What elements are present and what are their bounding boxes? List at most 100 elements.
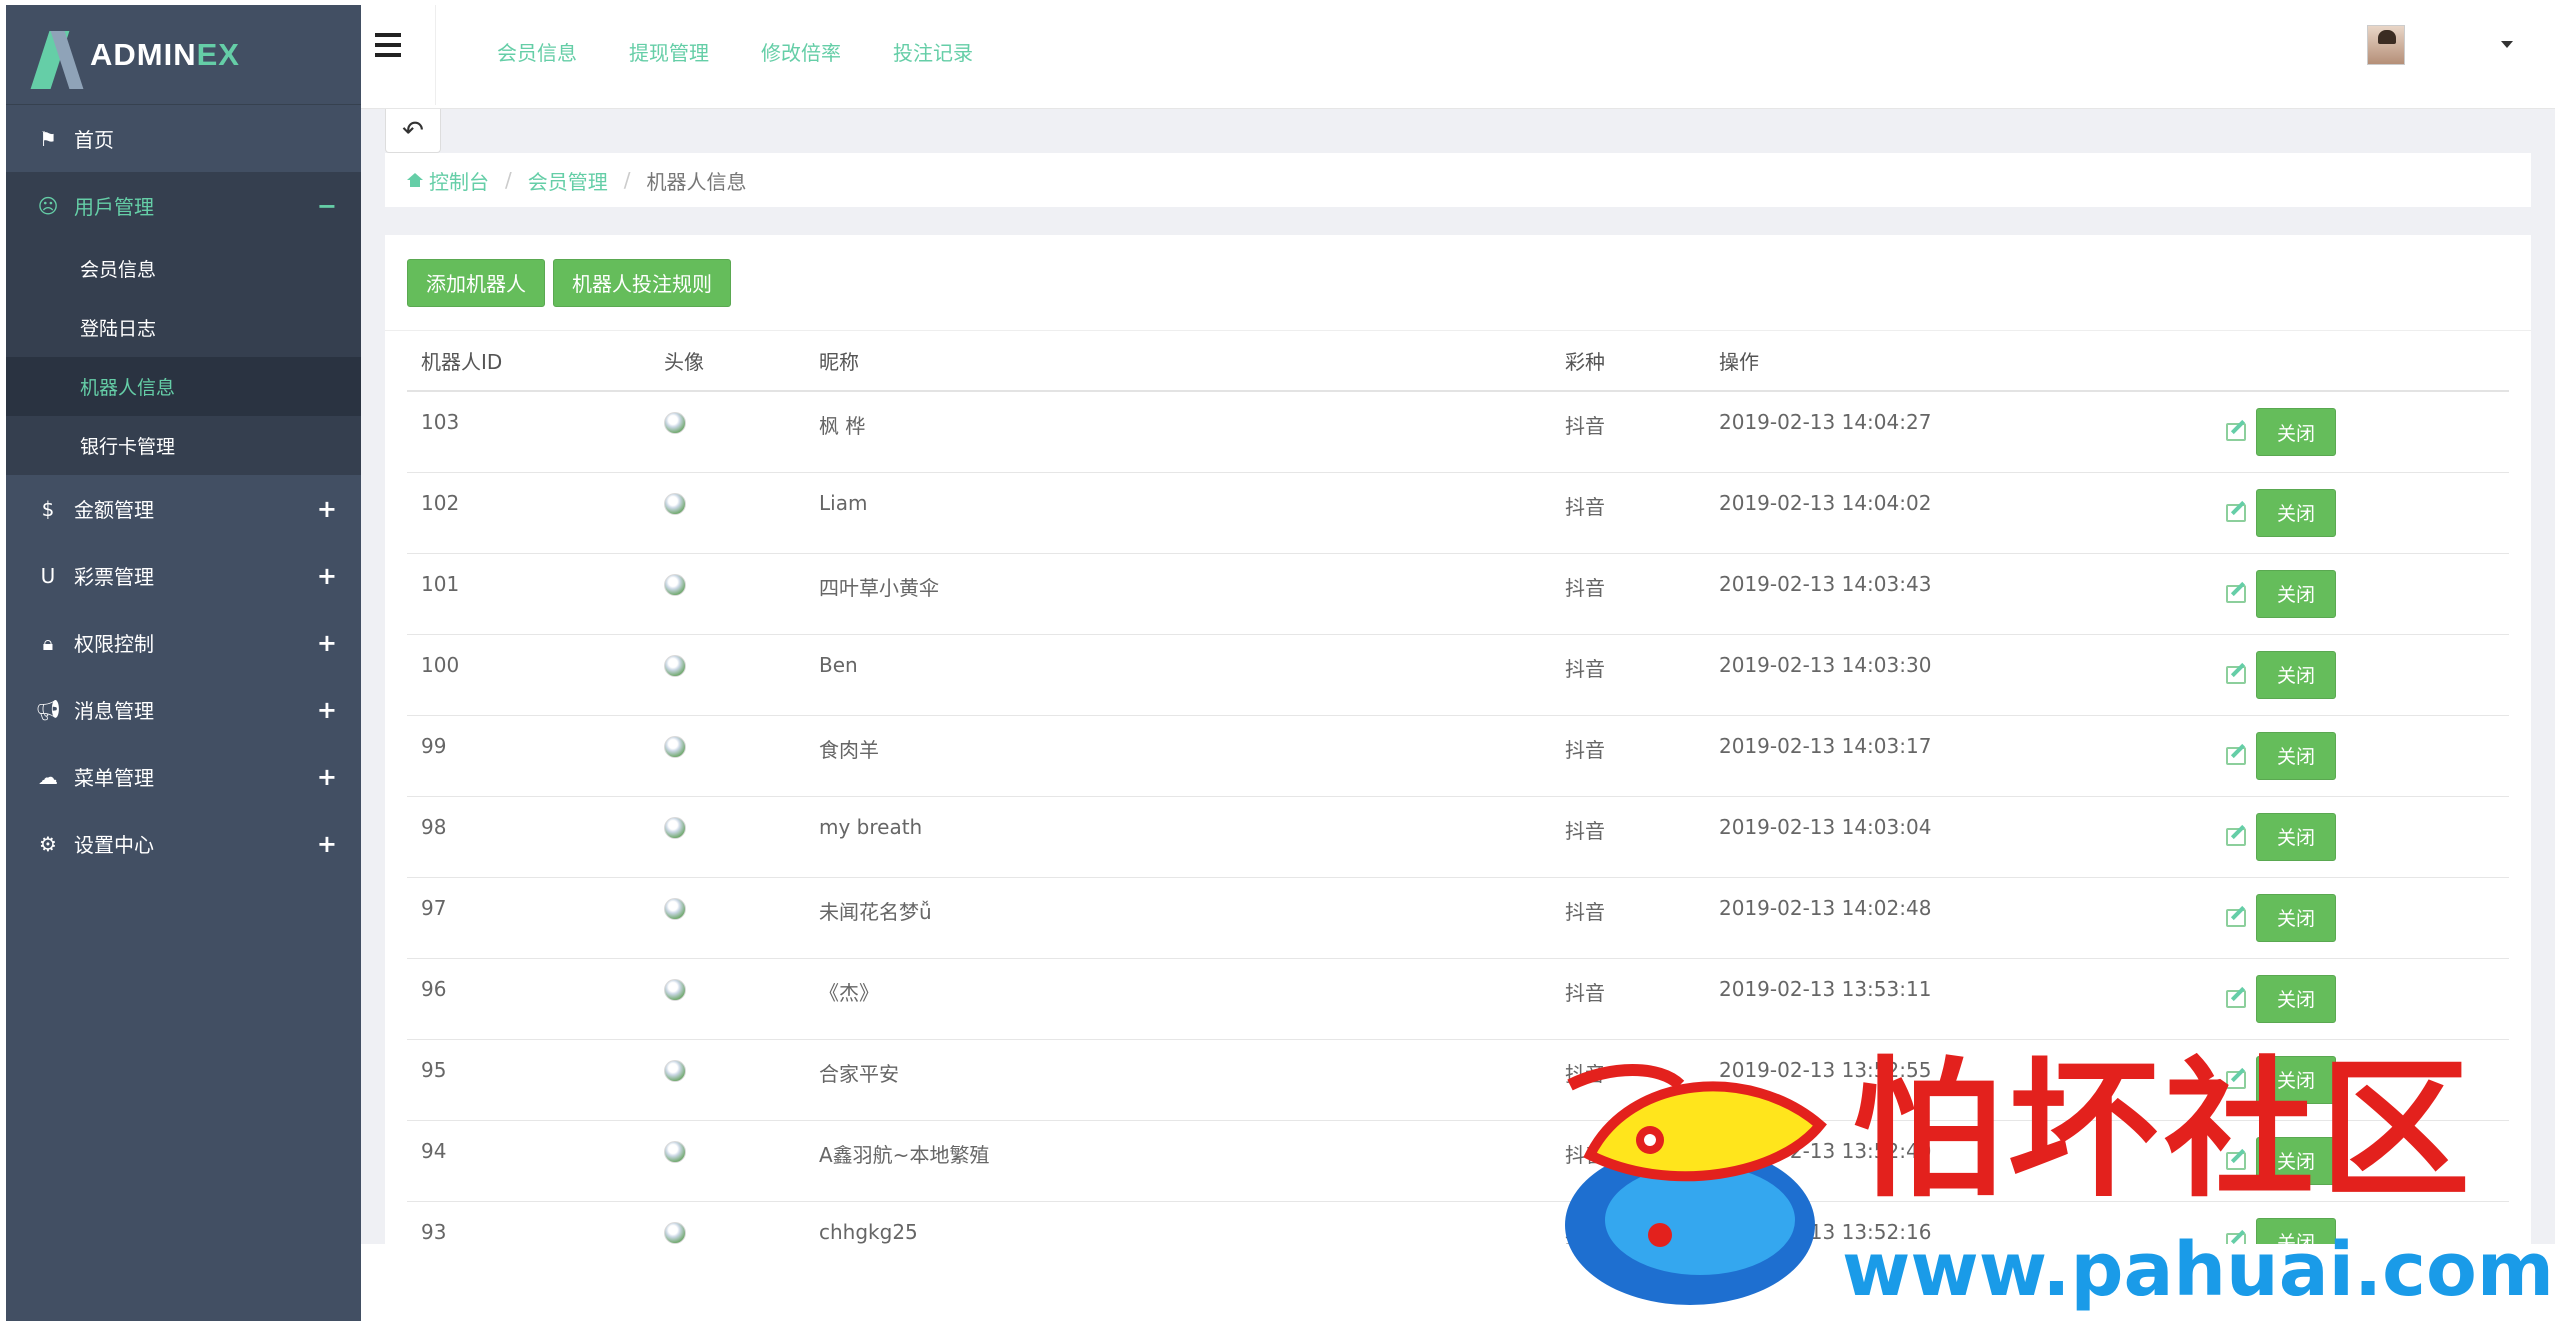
table-body: 103 枫 桦抖音 2019-02-13 14:04:27 关闭 102 Liam 抖音 20… [407, 391, 2509, 1244]
expand-icon[interactable]: + [317, 763, 337, 791]
sidebar-item-label: 消息管理 [74, 699, 154, 723]
hamburger-menu-icon[interactable] [375, 33, 401, 57]
cell-nickname: 食肉羊 [805, 715, 1551, 797]
back-button[interactable]: ↶ [385, 109, 441, 153]
row-actions: 关闭 [2226, 1136, 2509, 1185]
sidebar-item-lottery[interactable]: U 彩票管理 + [6, 542, 361, 609]
expand-icon[interactable]: + [317, 830, 337, 858]
table-row: 103 枫 桦抖音 2019-02-13 14:04:27 关闭 [407, 391, 2509, 473]
cell-robot-id: 98 [407, 796, 650, 878]
divider [435, 5, 436, 105]
edit-icon[interactable] [2226, 1232, 2246, 1244]
cell-time: 2019-02-13 14:03:17 [1705, 715, 2212, 797]
sidebar-item-finance[interactable]: $ 金额管理 + [6, 475, 361, 542]
home-icon [407, 173, 423, 187]
sidebar-subitem-login-log[interactable]: 登陆日志 [6, 298, 361, 357]
cell-avatar [650, 877, 805, 959]
cell-game: 抖音 [1551, 715, 1705, 797]
sidebar-subitem-robot-info[interactable]: 机器人信息 [6, 357, 361, 416]
table-row: 93 chhgkg25 抖音 2019-02-13 13:52:16 关闭 [407, 1201, 2509, 1244]
cell-nickname: chhgkg25 [805, 1201, 1551, 1244]
edit-icon[interactable] [2226, 908, 2246, 927]
close-button[interactable]: 关闭 [2256, 1136, 2336, 1185]
expand-icon[interactable]: + [317, 629, 337, 657]
topnav-change-rate[interactable]: 修改倍率 [761, 37, 841, 66]
column-header-blank [2212, 331, 2509, 392]
edit-icon[interactable] [2226, 827, 2246, 846]
flag-icon: ⚑ [39, 126, 57, 151]
main-content: ↶ 控制台 / 会员管理 / 机器人信息 添加机器人 机器人投注规则 机器人ID… [361, 109, 2555, 1244]
sidebar-item-permissions[interactable]: 🔒︎ 权限控制 + [6, 609, 361, 676]
cell-game: 抖音 [1551, 553, 1705, 635]
smile-icon: ☹ [37, 193, 59, 218]
edit-icon[interactable] [2226, 989, 2246, 1008]
top-header: 会员信息 提现管理 修改倍率 投注记录 [361, 5, 2555, 109]
cell-time: 2019-02-13 13:53:11 [1705, 958, 2212, 1040]
expand-icon[interactable]: + [317, 696, 337, 724]
close-button[interactable]: 关闭 [2256, 731, 2336, 780]
topnav-bet-records[interactable]: 投注记录 [893, 37, 973, 66]
close-button[interactable]: 关闭 [2256, 812, 2336, 861]
bullhorn-icon: 📢︎ [35, 697, 61, 722]
edit-icon[interactable] [2226, 746, 2246, 765]
sidebar-item-menu[interactable]: ☁ 菜单管理 + [6, 743, 361, 810]
sidebar-subitem-bank-cards[interactable]: 银行卡管理 [6, 416, 361, 475]
collapse-icon[interactable]: − [317, 192, 337, 220]
sidebar-item-user-management[interactable]: ☹ 用戶管理 − [6, 172, 361, 239]
dollar-icon: $ [41, 496, 55, 521]
cell-game: 抖音 [1551, 1120, 1705, 1202]
table-row: 102 Liam 抖音 2019-02-13 14:04:02 关闭 [407, 472, 2509, 554]
column-header-id: 机器人ID [407, 331, 650, 392]
cell-avatar [650, 553, 805, 635]
close-button[interactable]: 关闭 [2256, 650, 2336, 699]
row-actions: 关闭 [2226, 488, 2509, 537]
expand-icon[interactable]: + [317, 495, 337, 523]
close-button[interactable]: 关闭 [2256, 569, 2336, 618]
robot-bet-rules-button[interactable]: 机器人投注规则 [553, 258, 731, 307]
cell-actions: 关闭 [2212, 1120, 2509, 1202]
sidebar-item-messages[interactable]: 📢︎ 消息管理 + [6, 676, 361, 743]
sidebar-subitem-member-info[interactable]: 会员信息 [6, 239, 361, 298]
close-button[interactable]: 关闭 [2256, 488, 2336, 537]
cell-avatar [650, 796, 805, 878]
close-button[interactable]: 关闭 [2256, 1055, 2336, 1104]
edit-icon[interactable] [2226, 1070, 2246, 1089]
expand-icon[interactable]: + [317, 562, 337, 590]
avatar-image [664, 654, 686, 677]
close-button[interactable]: 关闭 [2256, 893, 2336, 942]
table-row: 100 Ben 抖音 2019-02-13 14:03:30 关闭 [407, 634, 2509, 716]
table-row: 94 A鑫羽航~本地繁殖 抖音 2019-02-13 13:52:40 关闭 [407, 1120, 2509, 1202]
topnav-withdrawals[interactable]: 提现管理 [629, 37, 709, 66]
topnav-member-info[interactable]: 会员信息 [497, 37, 577, 66]
cell-avatar [650, 472, 805, 554]
sidebar: ADMINEX ⚑ 首页 ☹ 用戶管理 − 会员信息 登陆日志 机器人信息 银行… [6, 5, 361, 1321]
row-actions: 关闭 [2226, 893, 2509, 942]
close-button[interactable]: 关闭 [2256, 974, 2336, 1023]
user-avatar[interactable] [2367, 25, 2405, 65]
cell-actions: 关闭 [2212, 472, 2509, 554]
sidebar-item-label: 设置中心 [74, 833, 154, 857]
sidebar-submenu: 会员信息 登陆日志 机器人信息 银行卡管理 [6, 239, 361, 475]
close-button[interactable]: 关闭 [2256, 1217, 2336, 1244]
sidebar-item-settings[interactable]: ⚙ 设置中心 + [6, 810, 361, 877]
edit-icon[interactable] [2226, 423, 2246, 441]
edit-icon[interactable] [2226, 584, 2246, 603]
lock-icon: 🔒︎ [42, 630, 54, 655]
breadcrumb-home[interactable]: 控制台 [429, 166, 489, 195]
cell-nickname: 《杰》 [805, 958, 1551, 1040]
sidebar-item-label: 菜单管理 [74, 766, 154, 790]
caret-down-icon[interactable] [2501, 41, 2513, 48]
edit-icon[interactable] [2226, 1151, 2246, 1170]
cell-avatar [650, 634, 805, 716]
add-robot-button[interactable]: 添加机器人 [407, 258, 545, 307]
edit-icon[interactable] [2226, 665, 2246, 684]
breadcrumb-section[interactable]: 会员管理 [528, 166, 608, 195]
cell-robot-id: 95 [407, 1039, 650, 1121]
brand-logo[interactable]: ADMINEX [6, 5, 361, 105]
cell-game: 抖音 [1551, 634, 1705, 716]
close-button[interactable]: 关闭 [2256, 408, 2336, 456]
edit-icon[interactable] [2226, 503, 2246, 522]
sidebar-item-home[interactable]: ⚑ 首页 [6, 105, 361, 172]
row-actions: 关闭 [2226, 812, 2509, 861]
cell-nickname: A鑫羽航~本地繁殖 [805, 1120, 1551, 1202]
